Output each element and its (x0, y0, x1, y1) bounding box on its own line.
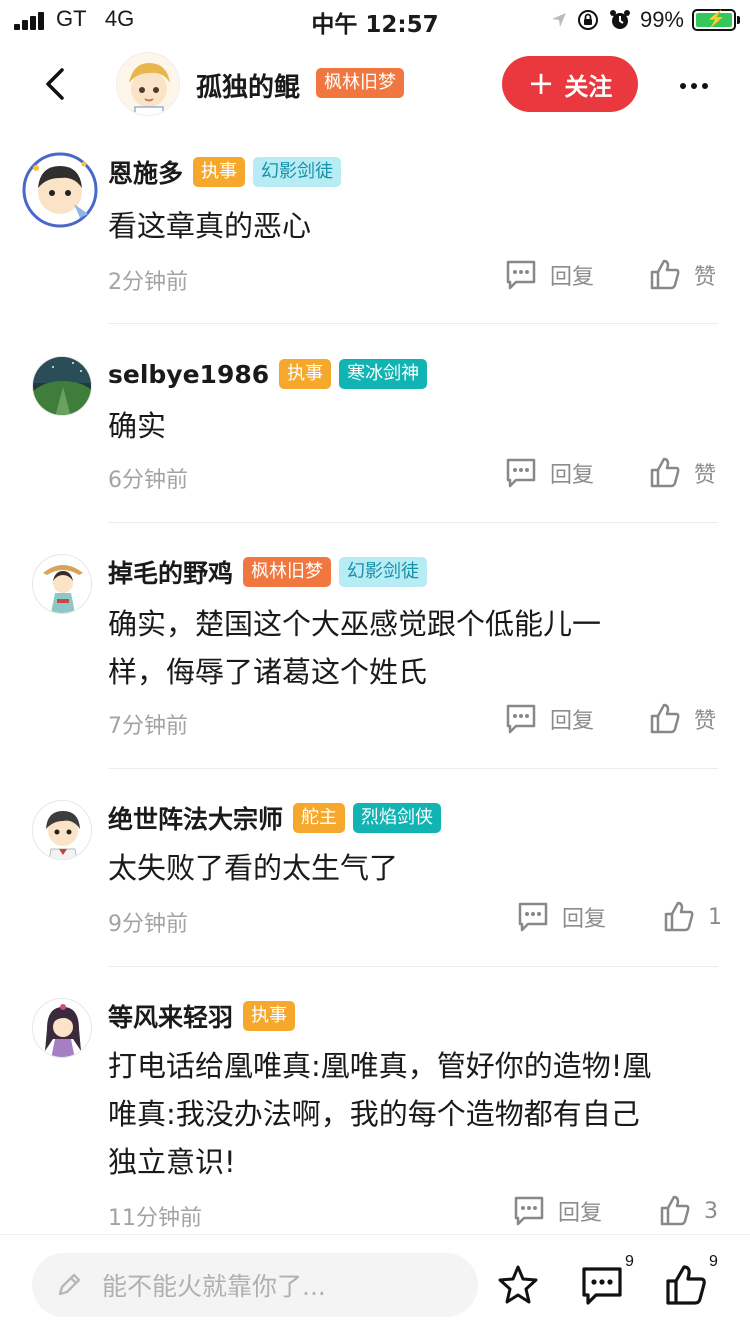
comment-item: 绝世阵法大宗师 舵主 烈焰剑侠 太失败了看的太生气了 9分钟前 回复 1 (0, 800, 750, 968)
role-badge: 执事 (243, 1001, 296, 1031)
reply-button[interactable]: 回复 (512, 1194, 602, 1228)
role-badge: 执事 (279, 359, 332, 389)
commenter-avatar[interactable] (32, 554, 92, 614)
thumbs-up-icon (664, 901, 694, 932)
comment-text: 看这章真的恶心 (108, 209, 312, 243)
bottom-bar: 能不能火就靠你了... 9 9 (0, 1234, 750, 1334)
header: 孤独的鲲 枫林旧梦 + 关注 (0, 40, 750, 130)
divider (108, 966, 718, 967)
comment-item: 掉毛的野鸡 枫林旧梦 幻影剑徒 确实，楚国这个大巫感觉跟个低能儿一 样，侮辱了诸… (0, 554, 750, 770)
comment-bubble-icon (518, 902, 548, 932)
divider (108, 323, 718, 324)
pencil-icon (58, 1273, 81, 1296)
thumbs-up-icon (650, 457, 680, 488)
like-count: 3 (704, 1198, 718, 1224)
commenter-name[interactable]: 绝世阵法大宗师 (108, 800, 283, 836)
commenter-name[interactable]: 掉毛的野鸡 (108, 554, 233, 590)
comment-bubble-icon (506, 704, 536, 734)
level-badge: 幻影剑徒 (339, 557, 428, 587)
comment-text: 打电话给凰唯真:凰唯真，管好你的造物!凰 唯真:我没办法啊，我的每个造物都有自己… (108, 1049, 652, 1179)
reply-label: 回复 (550, 265, 595, 290)
star-icon (498, 1265, 538, 1304)
reply-label: 回复 (550, 709, 595, 734)
comment-bubble-icon (506, 260, 536, 290)
commenter-name[interactable]: 等风来轻羽 (108, 998, 233, 1034)
comment-time: 7分钟前 (108, 714, 188, 739)
level-badge: 寒冰剑神 (339, 359, 428, 389)
back-button[interactable] (32, 60, 80, 108)
reply-label: 回复 (558, 1201, 603, 1226)
commenter-avatar[interactable] (32, 356, 92, 416)
reply-button[interactable]: 回复 (504, 702, 594, 736)
role-badge: 执事 (193, 157, 246, 187)
comment-item: 等风来轻羽 执事 打电话给凰唯真:凰唯真，管好你的造物!凰 唯真:我没办法啊，我… (0, 998, 750, 1234)
divider (108, 768, 718, 769)
battery-percent: 99% (639, 7, 684, 32)
comment-bubble-icon (582, 1267, 622, 1305)
chevron-left-icon (46, 68, 64, 100)
commenter-name[interactable]: 恩施多 (108, 154, 183, 190)
thumbs-up-icon (650, 703, 680, 734)
commenter-avatar[interactable] (32, 800, 92, 860)
alarm-icon (609, 10, 630, 29)
comment-bubble-icon (506, 458, 536, 488)
favorite-button[interactable] (496, 1263, 540, 1307)
thumbs-up-icon (666, 1265, 706, 1305)
comments-button[interactable] (580, 1263, 624, 1307)
battery-icon: ⚡ (692, 9, 740, 31)
reply-button[interactable]: 回复 (516, 900, 606, 934)
like-button[interactable]: 3 (658, 1194, 718, 1228)
level-badge: 烈焰剑侠 (353, 803, 442, 833)
like-label: 赞 (694, 265, 717, 290)
author-name[interactable]: 孤独的鲲 (196, 67, 300, 104)
reply-label: 回复 (550, 463, 595, 488)
comment-input[interactable]: 能不能火就靠你了... (32, 1253, 478, 1317)
like-button[interactable] (664, 1263, 708, 1307)
comment-item: selbye1986 执事 寒冰剑神 确实 6分钟前 回复 赞 (0, 356, 750, 524)
level-badge: 枫林旧梦 (243, 557, 332, 587)
like-button[interactable]: 赞 (648, 258, 716, 292)
plus-icon: + (527, 63, 555, 102)
like-label: 赞 (694, 709, 717, 734)
author-avatar[interactable] (116, 52, 180, 116)
author-level-badge: 枫林旧梦 (316, 68, 404, 98)
comment-input-placeholder: 能不能火就靠你了... (102, 1272, 326, 1301)
comment-count: 9 (625, 1253, 634, 1270)
status-bar: GT 4G 中午 12:57 99% ⚡ (0, 0, 750, 40)
reply-button[interactable]: 回复 (504, 258, 594, 292)
commenter-name[interactable]: selbye1986 (108, 360, 269, 389)
role-badge: 舵主 (293, 803, 346, 833)
rotation-lock-icon (577, 10, 598, 30)
level-badge: 幻影剑徒 (253, 157, 342, 187)
reply-label: 回复 (562, 907, 607, 932)
commenter-avatar[interactable] (32, 998, 92, 1058)
more-dots-icon (680, 83, 686, 89)
thumbs-up-icon (660, 1195, 690, 1226)
commenter-avatar[interactable] (22, 152, 98, 228)
comment-time: 11分钟前 (108, 1206, 202, 1231)
reply-button[interactable]: 回复 (504, 456, 594, 490)
like-button[interactable]: 赞 (648, 456, 716, 490)
like-button[interactable]: 赞 (648, 702, 716, 736)
comment-time: 2分钟前 (108, 270, 188, 295)
like-label: 赞 (694, 463, 717, 488)
thumbs-up-icon (650, 259, 680, 290)
divider (108, 522, 718, 523)
comment-bubble-icon (514, 1196, 544, 1226)
comment-item: 恩施多 执事 幻影剑徒 看这章真的恶心 2分钟前 回复 赞 (0, 152, 750, 324)
follow-button[interactable]: + 关注 (502, 56, 638, 112)
location-icon (551, 13, 566, 27)
comment-text: 确实 (108, 409, 167, 443)
like-count: 1 (708, 904, 722, 930)
more-button[interactable] (674, 66, 714, 106)
comment-text: 确实，楚国这个大巫感觉跟个低能儿一 样，侮辱了诸葛这个姓氏 (108, 607, 602, 689)
like-count: 9 (709, 1253, 718, 1270)
like-button[interactable]: 1 (662, 900, 722, 934)
follow-label: 关注 (564, 72, 613, 101)
comment-time: 9分钟前 (108, 912, 188, 937)
comment-time: 6分钟前 (108, 468, 188, 493)
comment-text: 太失败了看的太生气了 (108, 851, 399, 885)
